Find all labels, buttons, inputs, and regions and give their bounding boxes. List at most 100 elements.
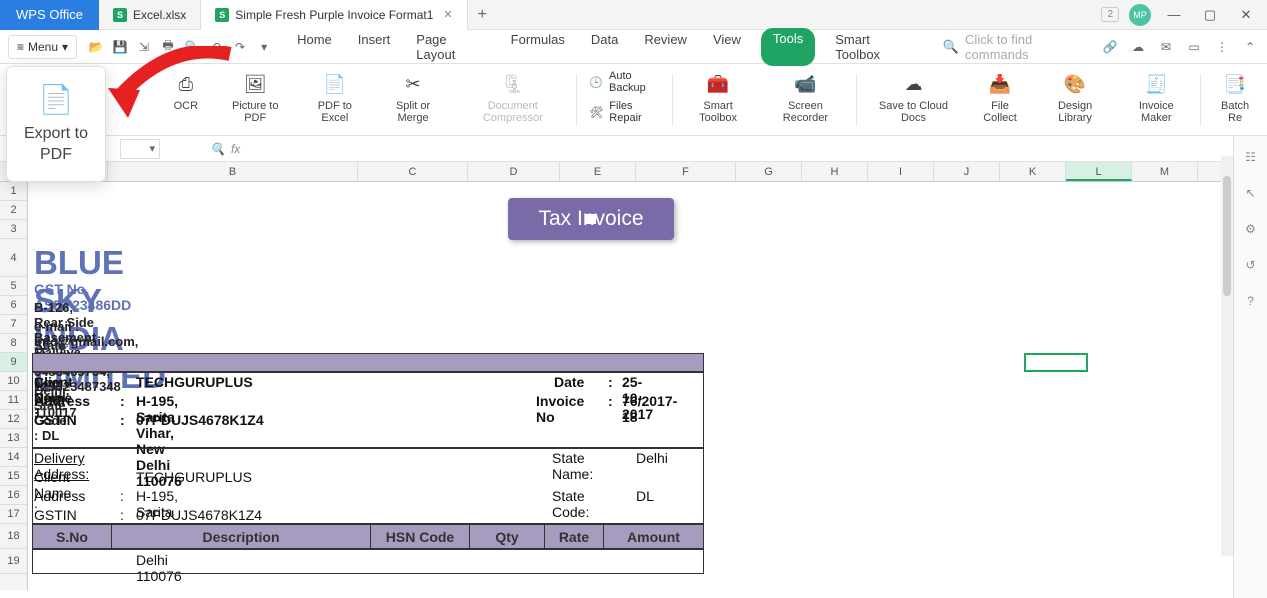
row-header[interactable]: 1 [0,182,27,201]
settings-icon[interactable]: ⚙ [1242,220,1260,238]
batch-rename-button[interactable]: 📑 Batch Re [1209,68,1261,126]
colon: : [120,488,124,504]
close-icon[interactable]: ✕ [443,8,452,21]
col-header-i[interactable]: I [868,162,934,181]
properties-icon[interactable]: ☷ [1242,148,1260,166]
row-header[interactable]: 13 [0,429,27,448]
select-icon[interactable]: ↖ [1242,184,1260,202]
tab-data[interactable]: Data [585,28,624,66]
cloud-icon[interactable]: ☁ [1129,38,1147,56]
command-search[interactable]: 🔍 Click to find commands [943,32,1097,62]
row-header[interactable]: 10 [0,372,27,391]
row-header[interactable]: 5 [0,277,27,296]
row-header[interactable]: 2 [0,201,27,220]
split-merge-button[interactable]: ✂ Split or Merge [377,68,449,126]
row-header[interactable]: 8 [0,334,27,353]
design-library-button[interactable]: 🎨 Design Library [1038,68,1112,126]
row-header[interactable]: 7 [0,315,27,334]
row-header[interactable]: 14 [0,448,27,467]
row-header[interactable]: 18 [0,524,27,549]
share-icon[interactable]: 🔗 [1101,38,1119,56]
file-collect-label: File Collect [976,100,1024,124]
fx-label[interactable]: fx [231,142,240,156]
col-header-c[interactable]: C [358,162,468,181]
help-icon[interactable]: ? [1242,292,1260,310]
screen-recorder-button[interactable]: 📹 Screen Recorder [763,68,848,126]
chevron-down-icon: ▾ [62,40,68,54]
app-name-badge: WPS Office [0,0,99,30]
tab-insert[interactable]: Insert [352,28,397,66]
batch-label: Batch Re [1215,100,1255,124]
avatar[interactable]: MP [1129,4,1151,26]
invoice-maker-icon: 🧾 [1142,70,1170,98]
xlsx-icon: S [215,8,229,22]
col-header-j[interactable]: J [934,162,1000,181]
col-header-g[interactable]: G [736,162,802,181]
auto-backup-button[interactable]: 🕒 Auto Backup [585,68,664,96]
file-collect-button[interactable]: 📥 File Collect [970,68,1030,126]
scrollbar-thumb[interactable] [1223,176,1231,296]
separator [576,74,577,126]
picture-to-pdf-icon: 🖼 [241,70,269,98]
chevron-down-icon[interactable]: ▾ [255,38,273,56]
invoice-maker-button[interactable]: 🧾 Invoice Maker [1120,68,1192,126]
tab-page-layout[interactable]: Page Layout [410,28,490,66]
smart-toolbox-button[interactable]: 🧰 Smart Toolbox [681,68,755,126]
tab-label: Excel.xlsx [133,8,186,22]
col-header-h[interactable]: H [802,162,868,181]
tab-excel[interactable]: S Excel.xlsx [99,0,201,30]
more-icon[interactable]: ⋮ [1213,38,1231,56]
tab-invoice-template[interactable]: S Simple Fresh Purple Invoice Format1 ✕ [201,0,467,30]
menu-button[interactable]: ≡ Menu ▾ [8,35,77,59]
row-header[interactable]: 16 [0,486,27,505]
save-cloud-button[interactable]: ☁ Save to Cloud Docs [865,68,962,126]
export-to-pdf-button[interactable]: 📄 Export to PDF [6,66,106,182]
minimize-button[interactable]: — [1161,2,1187,28]
document-compressor-button: 🗜 Document Compressor [457,68,568,126]
separator [856,74,857,126]
row-header[interactable]: 11 [0,391,27,410]
zoom-icon[interactable]: 🔍 [210,142,225,156]
row-header[interactable]: 4 [0,239,27,277]
window-icon[interactable]: ▭ [1185,38,1203,56]
table-header-description: Description [111,524,371,549]
col-header-b[interactable]: B [108,162,358,181]
pdf-to-excel-button[interactable]: 📄 PDF to Excel [301,68,369,126]
auto-backup-label: Auto Backup [609,70,660,94]
col-header-k[interactable]: K [1000,162,1066,181]
row-header[interactable]: 19 [0,549,27,574]
state-code-label: State Code: [552,488,589,520]
divider-row [32,353,704,372]
name-box[interactable]: ▾ [120,139,160,159]
tab-view[interactable]: View [707,28,747,66]
collapse-ribbon-icon[interactable]: ⌃ [1241,38,1259,56]
tab-smart-toolbox[interactable]: Smart Toolbox [829,28,919,66]
state-name-label: State Name: [552,450,593,482]
row-header[interactable]: 9 [0,353,27,372]
split-merge-label: Split or Merge [383,100,443,124]
vertical-scrollbar[interactable] [1221,156,1233,556]
tab-formulas[interactable]: Formulas [505,28,571,66]
files-repair-button[interactable]: 🛠 Files Repair [585,98,664,126]
col-header-m[interactable]: M [1132,162,1198,181]
col-header-d[interactable]: D [468,162,560,181]
spreadsheet-grid[interactable]: Tax Invoice BLUE SKY INDIA LIMITED GST N… [28,182,1267,590]
notification-icon[interactable]: ✉ [1157,38,1175,56]
close-button[interactable]: ✕ [1233,2,1259,28]
add-tab-button[interactable]: + [468,6,497,24]
row-header[interactable]: 12 [0,410,27,429]
active-cell[interactable] [1024,353,1088,372]
colon: : [608,393,613,409]
history-icon[interactable]: ↺ [1242,256,1260,274]
row-header[interactable]: 15 [0,467,27,486]
tab-review[interactable]: Review [638,28,693,66]
maximize-button[interactable]: ▢ [1197,2,1223,28]
row-header[interactable]: 6 [0,296,27,315]
col-header-f[interactable]: F [636,162,736,181]
row-header[interactable]: 17 [0,505,27,524]
tab-tools[interactable]: Tools [761,28,815,66]
col-header-e[interactable]: E [560,162,636,181]
tab-home[interactable]: Home [291,28,338,66]
row-header[interactable]: 3 [0,220,27,239]
col-header-l[interactable]: L [1066,162,1132,181]
